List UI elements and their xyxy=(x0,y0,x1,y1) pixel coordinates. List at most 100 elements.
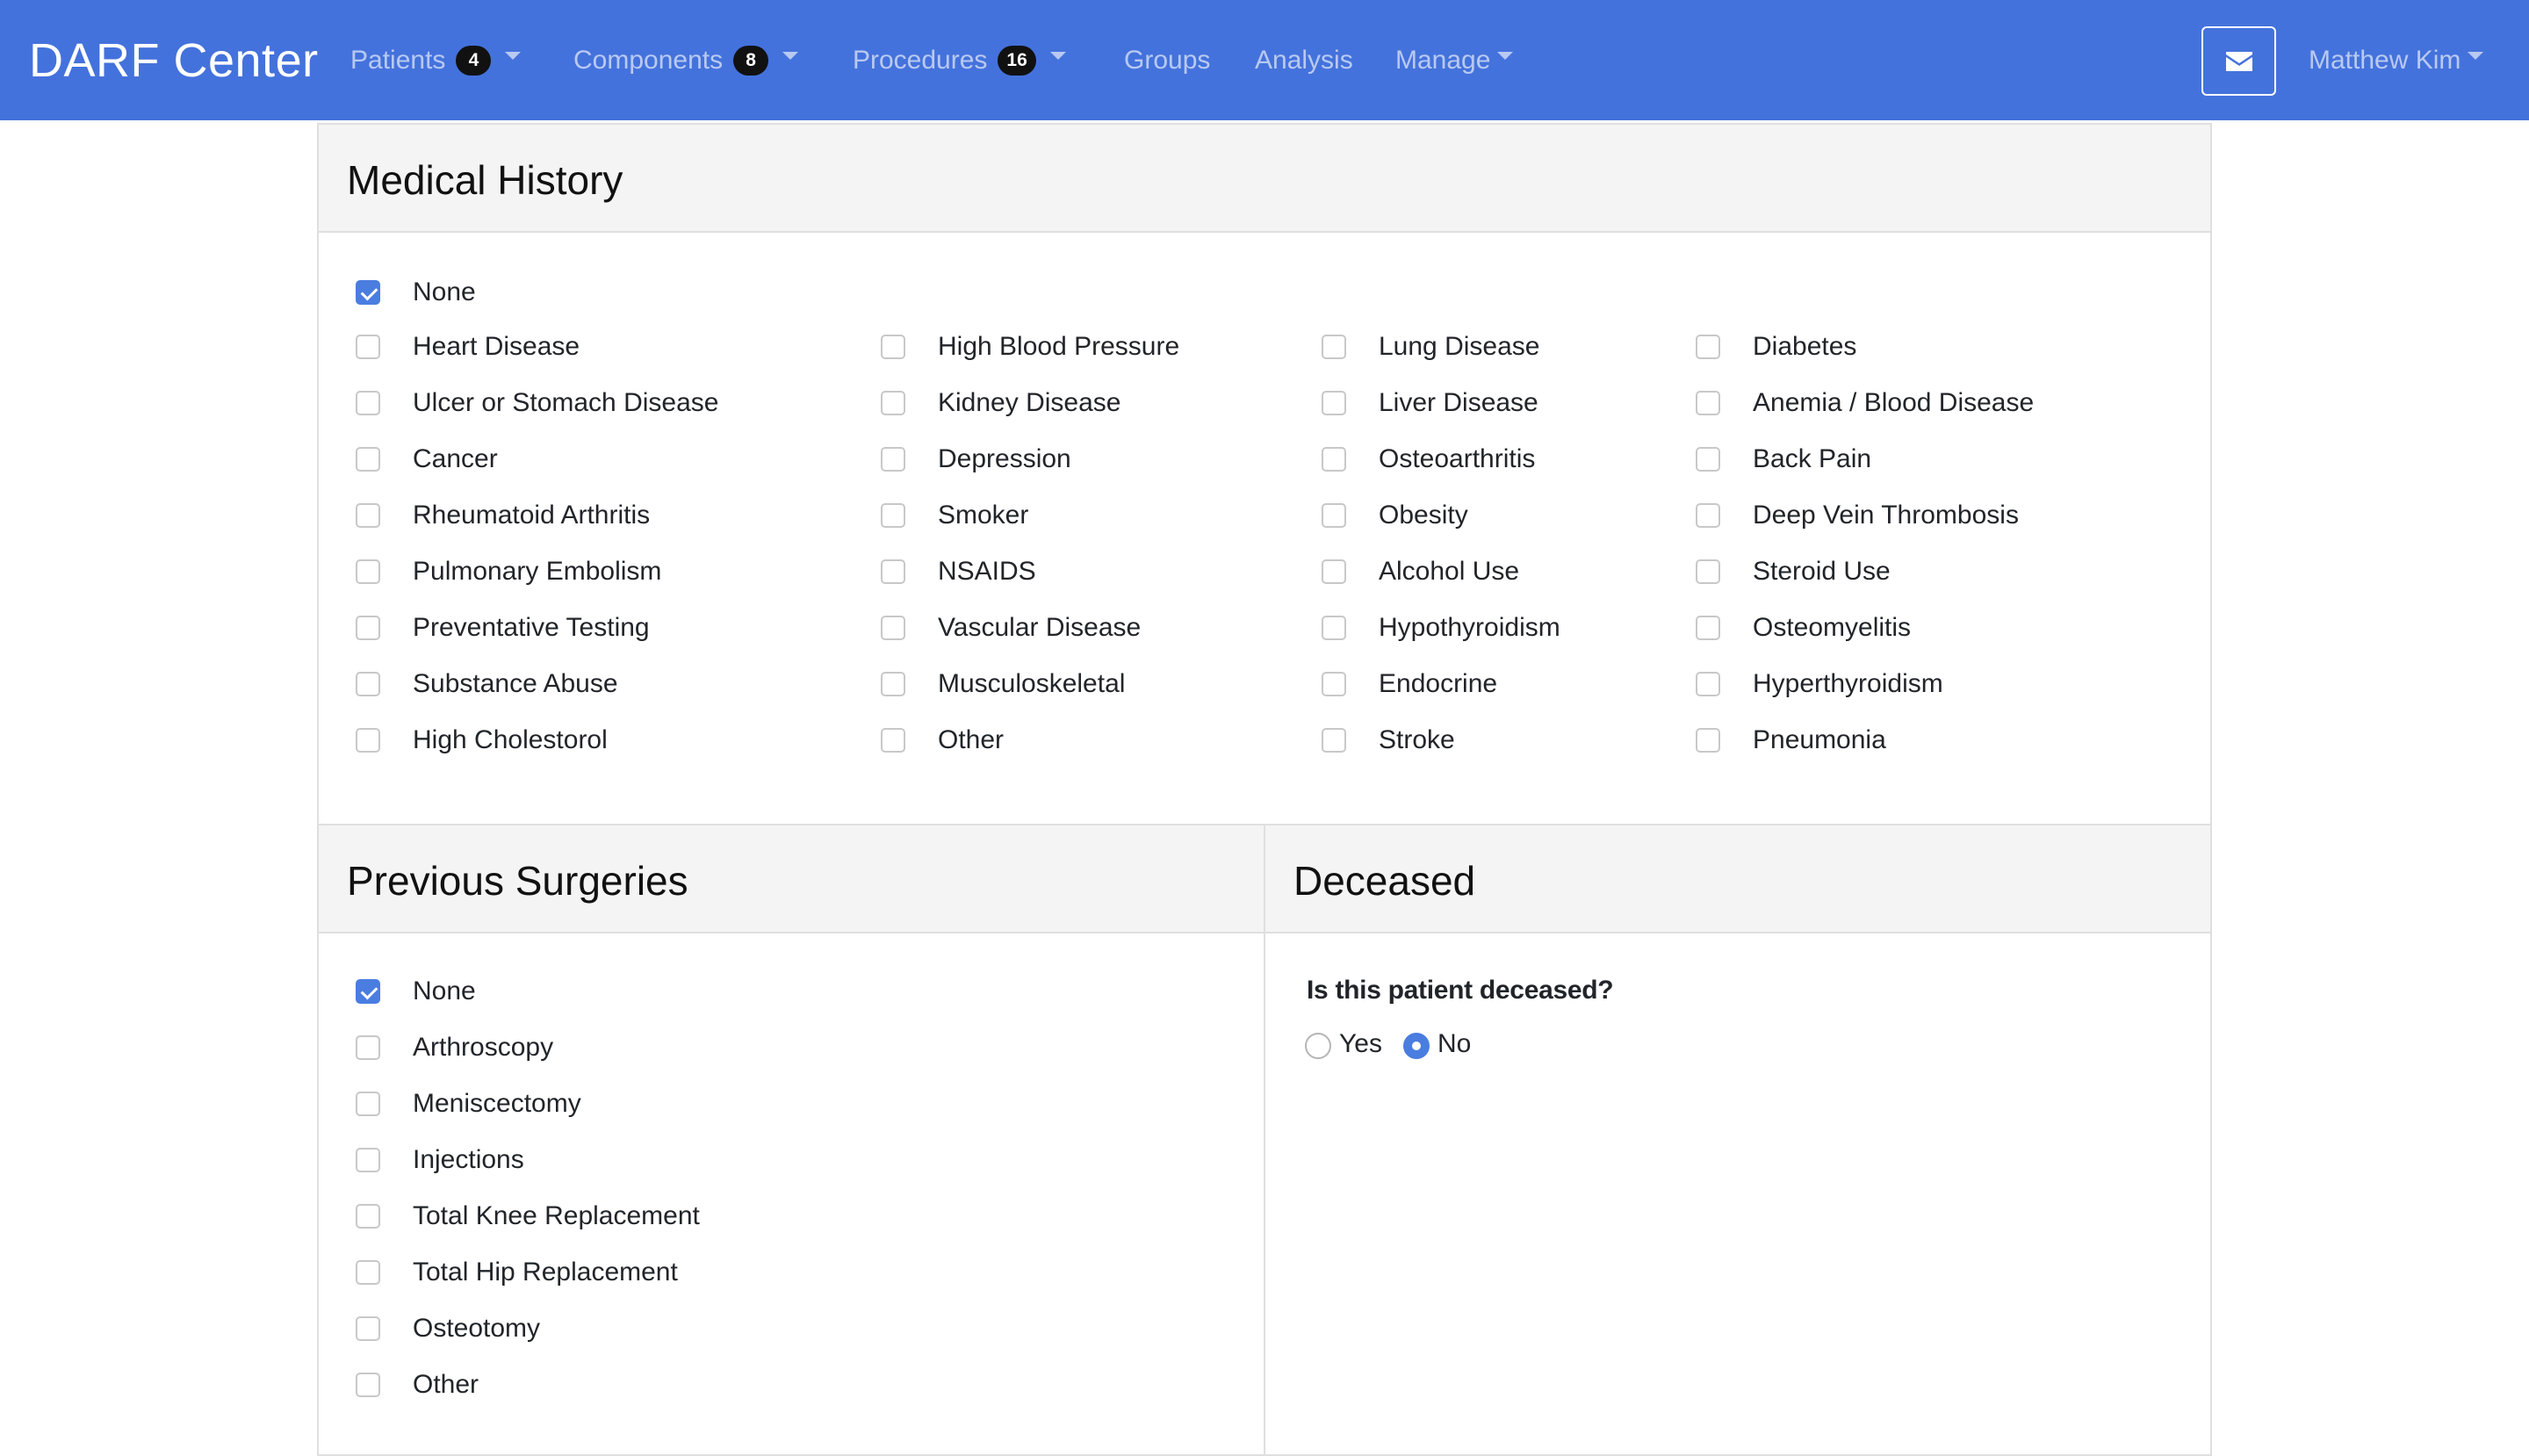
history-musculoskeletal-checkbox[interactable] xyxy=(881,672,905,696)
nav-procedures-label: Procedures xyxy=(853,45,988,75)
history-none-label[interactable]: None xyxy=(413,277,476,308)
deceased-yes-label[interactable]: Yes xyxy=(1339,1028,1382,1060)
history-musculoskeletal-label[interactable]: Musculoskeletal xyxy=(938,668,1125,700)
history-smoker-label[interactable]: Smoker xyxy=(938,500,1028,531)
history-cancer-label[interactable]: Cancer xyxy=(413,443,498,475)
surgery-total-hip-replacement-label[interactable]: Total Hip Replacement xyxy=(413,1257,678,1288)
deceased-no-label[interactable]: No xyxy=(1437,1028,1471,1060)
surgery-total-knee-replacement-checkbox[interactable] xyxy=(356,1204,380,1229)
history-nsaids-label[interactable]: NSAIDS xyxy=(938,556,1036,587)
history-high-blood-pressure-label[interactable]: High Blood Pressure xyxy=(938,331,1179,363)
history-cancer-checkbox[interactable] xyxy=(356,447,380,472)
history-hypothyroidism-label[interactable]: Hypothyroidism xyxy=(1379,612,1560,644)
history-endocrine-label[interactable]: Endocrine xyxy=(1379,668,1497,700)
history-obesity-label[interactable]: Obesity xyxy=(1379,500,1468,531)
history-rheumatoid-arthritis-label[interactable]: Rheumatoid Arthritis xyxy=(413,500,650,531)
nav-procedures[interactable]: Procedures 16 xyxy=(853,0,1066,120)
nav-groups[interactable]: Groups xyxy=(1124,0,1210,120)
brand-title[interactable]: DARF Center xyxy=(29,33,319,88)
history-high-blood-pressure-checkbox[interactable] xyxy=(881,335,905,359)
history-smoker-checkbox[interactable] xyxy=(881,503,905,528)
history-back-pain-label[interactable]: Back Pain xyxy=(1753,443,1871,475)
history-anemia-blood-disease-checkbox[interactable] xyxy=(1696,391,1720,415)
history-substance-abuse-checkbox[interactable] xyxy=(356,672,380,696)
nav-patients-label: Patients xyxy=(350,45,446,75)
history-stroke-label[interactable]: Stroke xyxy=(1379,724,1455,756)
surgery-meniscectomy-label[interactable]: Meniscectomy xyxy=(413,1088,581,1120)
history-kidney-disease-checkbox[interactable] xyxy=(881,391,905,415)
surgery-injections-checkbox[interactable] xyxy=(356,1148,380,1172)
history-hyperthyroidism-label[interactable]: Hyperthyroidism xyxy=(1753,668,1943,700)
surgery-arthroscopy-label[interactable]: Arthroscopy xyxy=(413,1032,553,1063)
history-alcohol-use-label[interactable]: Alcohol Use xyxy=(1379,556,1519,587)
history-heart-disease-checkbox[interactable] xyxy=(356,335,380,359)
history-substance-abuse-label[interactable]: Substance Abuse xyxy=(413,668,618,700)
history-hypothyroidism-checkbox[interactable] xyxy=(1322,616,1346,640)
history-pulmonary-embolism-label[interactable]: Pulmonary Embolism xyxy=(413,556,661,587)
medical-history-header: Medical History xyxy=(319,125,2210,233)
history-other-checkbox[interactable] xyxy=(881,728,905,753)
user-menu[interactable]: Matthew Kim xyxy=(2309,0,2484,120)
nav-components[interactable]: Components 8 xyxy=(573,0,799,120)
nav-analysis[interactable]: Analysis xyxy=(1255,0,1353,120)
history-obesity-checkbox[interactable] xyxy=(1322,503,1346,528)
surgery-total-knee-replacement-label[interactable]: Total Knee Replacement xyxy=(413,1200,700,1232)
nav-patients[interactable]: Patients 4 xyxy=(350,0,522,120)
history-osteoarthritis-checkbox[interactable] xyxy=(1322,447,1346,472)
history-kidney-disease-label[interactable]: Kidney Disease xyxy=(938,387,1120,419)
history-liver-disease-checkbox[interactable] xyxy=(1322,391,1346,415)
surgery-osteotomy-checkbox[interactable] xyxy=(356,1316,380,1341)
patients-count-badge: 4 xyxy=(456,45,492,76)
history-osteomyelitis-checkbox[interactable] xyxy=(1696,616,1720,640)
surgery-other-checkbox[interactable] xyxy=(356,1373,380,1397)
history-preventative-testing-checkbox[interactable] xyxy=(356,616,380,640)
history-heart-disease-label[interactable]: Heart Disease xyxy=(413,331,580,363)
history-steroid-use-label[interactable]: Steroid Use xyxy=(1753,556,1891,587)
history-none-checkbox[interactable] xyxy=(356,280,380,305)
history-high-cholestorol-label[interactable]: High Cholestorol xyxy=(413,724,608,756)
history-alcohol-use-checkbox[interactable] xyxy=(1322,559,1346,584)
surgery-meniscectomy-checkbox[interactable] xyxy=(356,1092,380,1116)
history-ulcer-or-stomach-disease-checkbox[interactable] xyxy=(356,391,380,415)
surgery-none-label[interactable]: None xyxy=(413,976,476,1007)
deceased-no-radio[interactable] xyxy=(1403,1033,1430,1059)
history-depression-label[interactable]: Depression xyxy=(938,443,1071,475)
surgery-total-hip-replacement-checkbox[interactable] xyxy=(356,1260,380,1285)
history-pneumonia-checkbox[interactable] xyxy=(1696,728,1720,753)
nav-manage[interactable]: Manage xyxy=(1395,0,1514,120)
history-other-label[interactable]: Other xyxy=(938,724,1004,756)
history-pulmonary-embolism-checkbox[interactable] xyxy=(356,559,380,584)
history-back-pain-checkbox[interactable] xyxy=(1696,447,1720,472)
history-vascular-disease-checkbox[interactable] xyxy=(881,616,905,640)
surgery-none-checkbox[interactable] xyxy=(356,979,380,1004)
history-hyperthyroidism-checkbox[interactable] xyxy=(1696,672,1720,696)
history-vascular-disease-label[interactable]: Vascular Disease xyxy=(938,612,1141,644)
history-pneumonia-label[interactable]: Pneumonia xyxy=(1753,724,1886,756)
history-rheumatoid-arthritis-checkbox[interactable] xyxy=(356,503,380,528)
history-high-cholestorol-checkbox[interactable] xyxy=(356,728,380,753)
history-anemia-blood-disease-label[interactable]: Anemia / Blood Disease xyxy=(1753,387,2034,419)
surgery-injections-label[interactable]: Injections xyxy=(413,1144,524,1176)
history-depression-checkbox[interactable] xyxy=(881,447,905,472)
history-lung-disease-checkbox[interactable] xyxy=(1322,335,1346,359)
history-endocrine-checkbox[interactable] xyxy=(1322,672,1346,696)
history-deep-vein-thrombosis-label[interactable]: Deep Vein Thrombosis xyxy=(1753,500,2019,531)
history-diabetes-checkbox[interactable] xyxy=(1696,335,1720,359)
history-lung-disease-label[interactable]: Lung Disease xyxy=(1379,331,1539,363)
history-deep-vein-thrombosis-checkbox[interactable] xyxy=(1696,503,1720,528)
history-preventative-testing-label[interactable]: Preventative Testing xyxy=(413,612,650,644)
deceased-yes-radio[interactable] xyxy=(1305,1033,1331,1059)
history-liver-disease-label[interactable]: Liver Disease xyxy=(1379,387,1538,419)
history-osteoarthritis-label[interactable]: Osteoarthritis xyxy=(1379,443,1535,475)
messages-button[interactable] xyxy=(2201,26,2276,96)
history-stroke-checkbox[interactable] xyxy=(1322,728,1346,753)
history-diabetes-label[interactable]: Diabetes xyxy=(1753,331,1856,363)
history-ulcer-or-stomach-disease-label[interactable]: Ulcer or Stomach Disease xyxy=(413,387,718,419)
history-osteomyelitis-label[interactable]: Osteomyelitis xyxy=(1753,612,1911,644)
surgery-arthroscopy-checkbox[interactable] xyxy=(356,1035,380,1060)
surgery-osteotomy-label[interactable]: Osteotomy xyxy=(413,1313,540,1344)
surgery-other-label[interactable]: Other xyxy=(413,1369,479,1401)
history-steroid-use-checkbox[interactable] xyxy=(1696,559,1720,584)
nav-components-label: Components xyxy=(573,45,724,75)
history-nsaids-checkbox[interactable] xyxy=(881,559,905,584)
